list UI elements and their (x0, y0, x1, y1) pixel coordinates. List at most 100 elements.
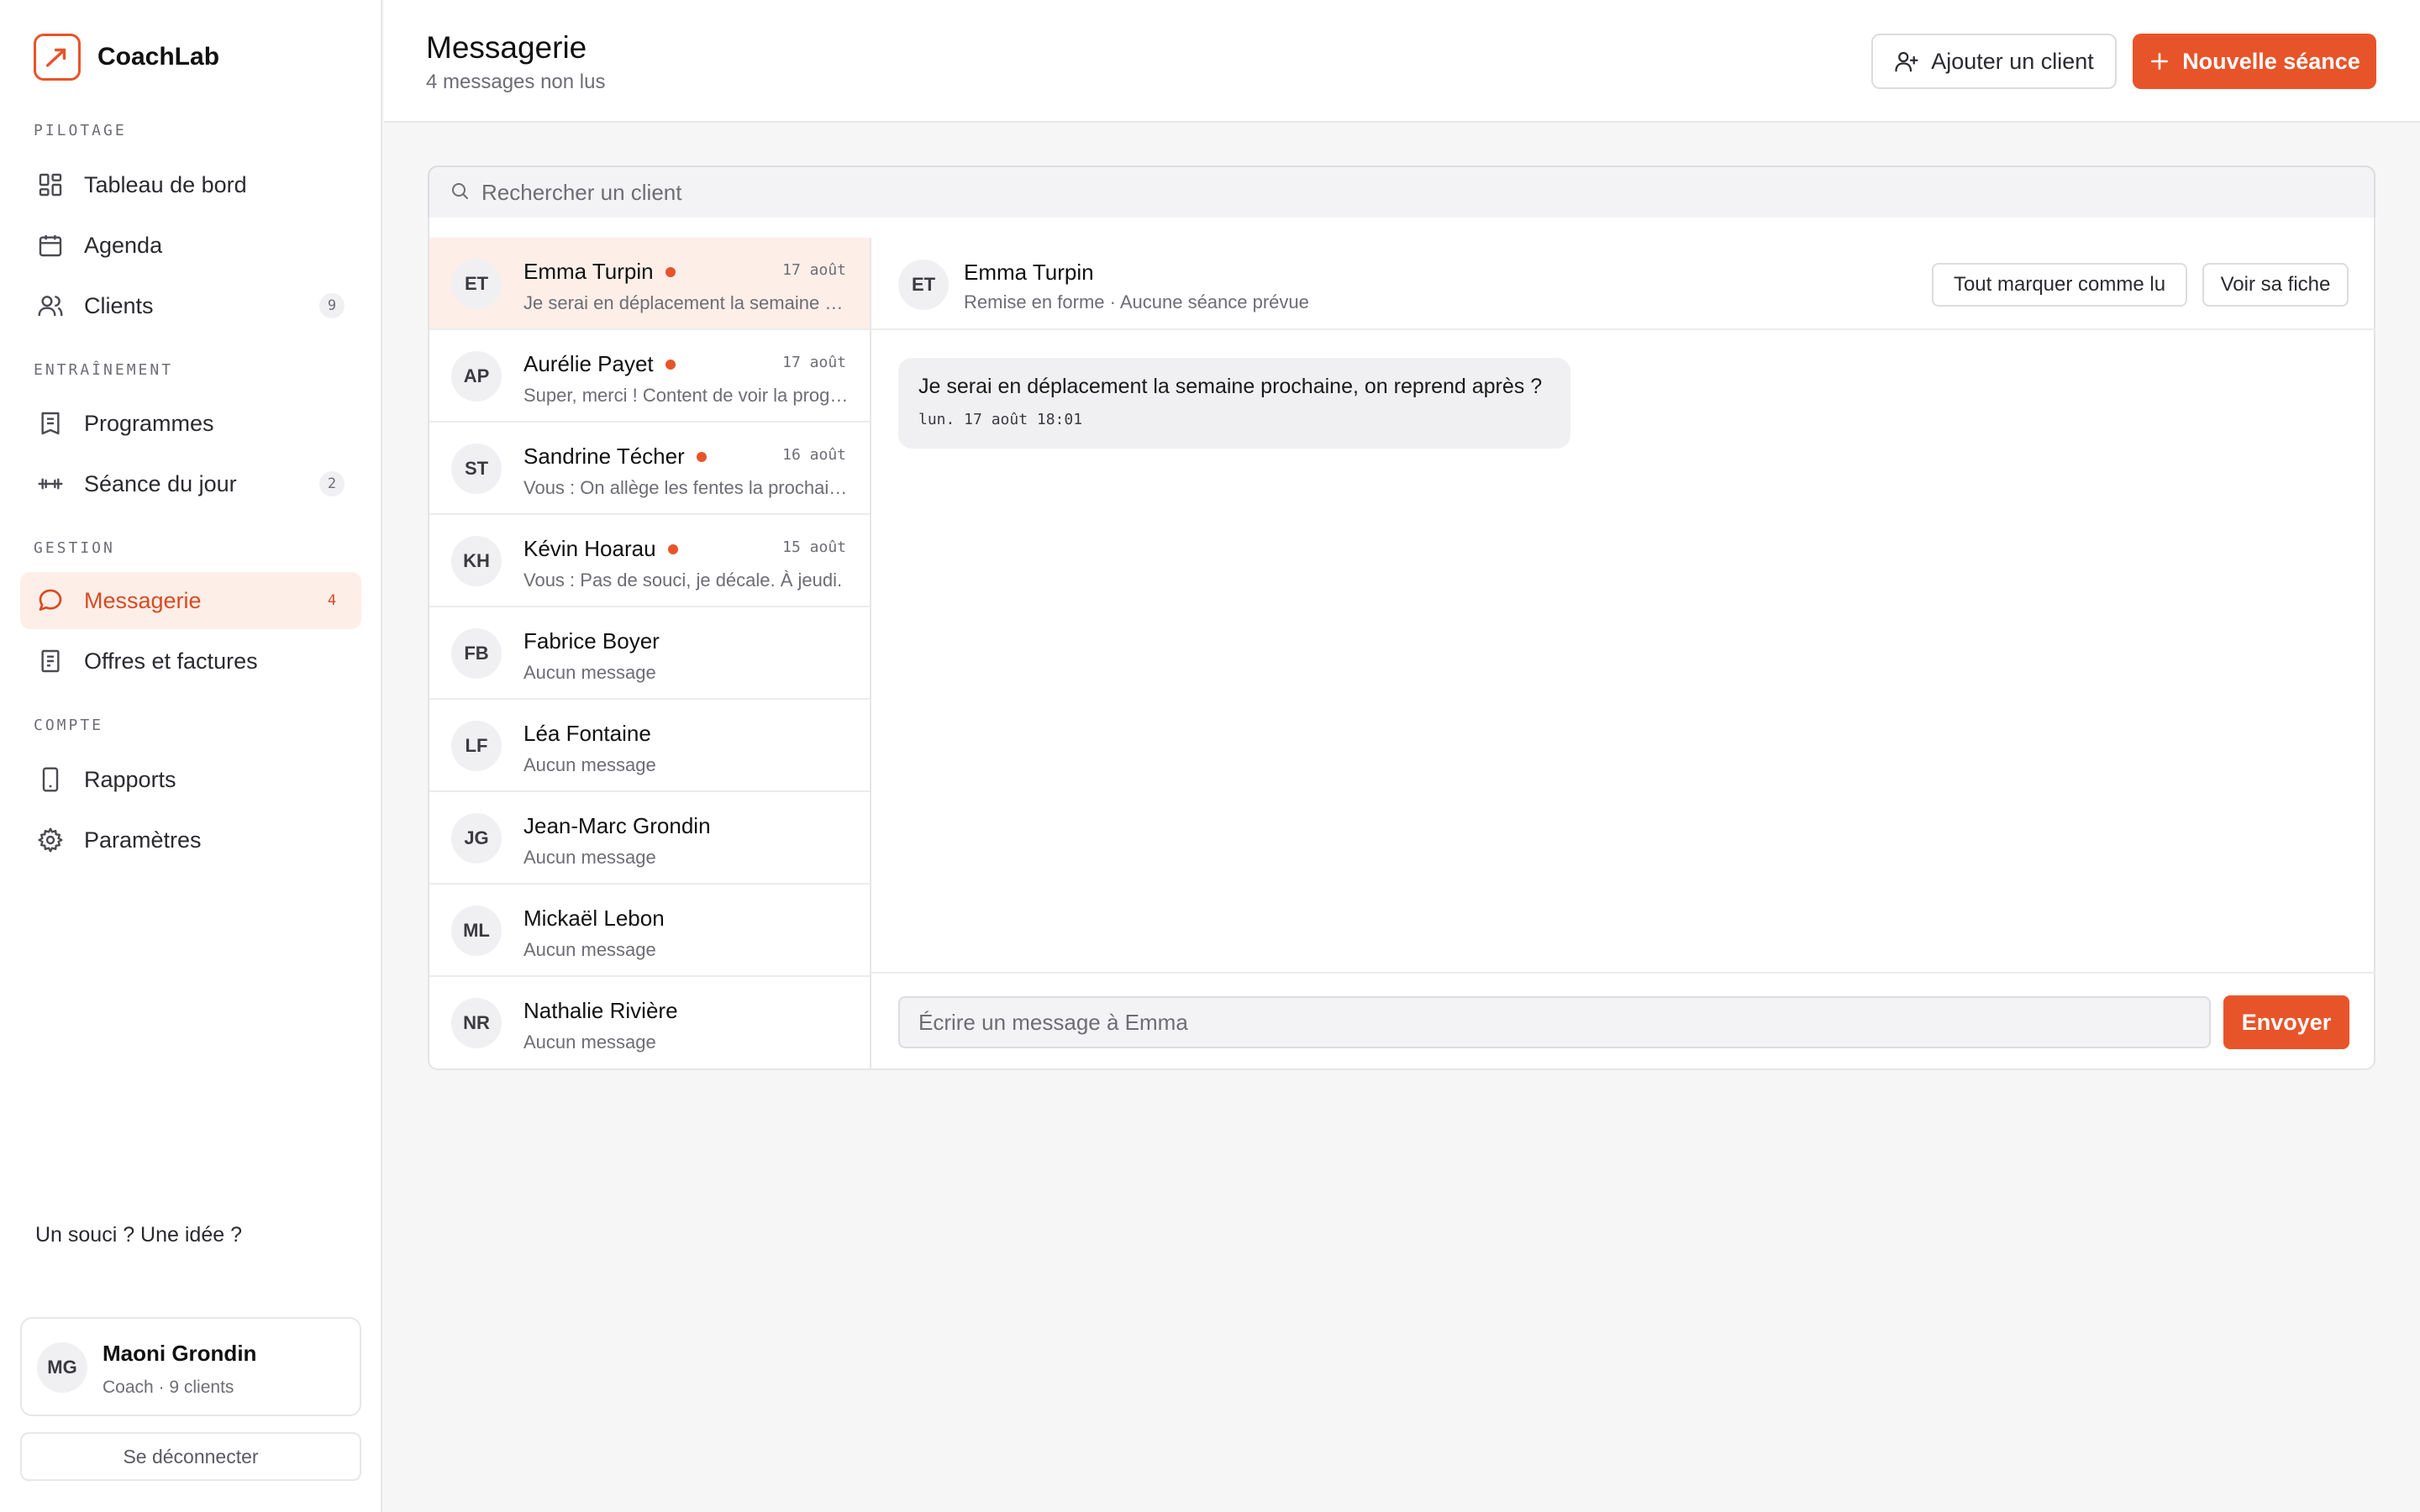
conversation-preview: Super, merci ! Content de voir la progre… (523, 385, 851, 406)
conversation-item[interactable]: ET Emma Turpin 17 août Je serai en dépla… (429, 238, 870, 330)
thread-client-name: Emma Turpin (964, 260, 1094, 285)
conversation-item[interactable]: ST Sandrine Técher 16 août Vous : On all… (429, 423, 870, 515)
avatar: NR (451, 998, 502, 1048)
conversation-item[interactable]: AP Aurélie Payet 17 août Super, merci ! … (429, 330, 870, 423)
sidebar-item-messagerie[interactable]: Messagerie 4 (20, 572, 361, 629)
conversation-date: 17 août (782, 261, 846, 279)
conversation-preview: Aucun message (523, 847, 656, 868)
chat-icon (35, 585, 66, 616)
nav-section-label: COMPTE (34, 717, 104, 734)
sidebar-item-label: Offres et factures (84, 648, 258, 674)
message-timestamp: lun. 17 août 18:01 (918, 411, 1083, 428)
phone-icon (35, 764, 66, 795)
conversation-item[interactable]: ML Mickaël Lebon Aucun message (429, 885, 870, 977)
receipt-icon (35, 646, 66, 676)
conversation-item[interactable]: JG Jean-Marc Grondin Aucun message (429, 792, 870, 885)
dashboard-icon (35, 170, 66, 200)
avatar: LF (451, 721, 502, 771)
conversation-name: Jean-Marc Grondin (523, 813, 711, 838)
user-card[interactable]: MG Maoni Grondin Coach · 9 clients (20, 1317, 361, 1416)
avatar: ST (451, 444, 502, 494)
sidebar-item-parametres[interactable]: Paramètres (20, 811, 361, 869)
client-search[interactable] (428, 165, 2375, 219)
avatar: AP (451, 351, 502, 402)
users-icon (35, 291, 66, 321)
conversation-name: Emma Turpin (523, 259, 676, 285)
sidebar-item-label: Rapports (84, 766, 176, 792)
nav-section-label: PILOTAGE (34, 122, 127, 139)
sidebar-item-offres-factures[interactable]: Offres et factures (20, 633, 361, 690)
nav-section-label: GESTION (34, 539, 115, 557)
conversation-preview: Je serai en déplacement la semaine proch… (523, 292, 851, 313)
message-bubble: Je serai en déplacement la semaine proch… (898, 358, 1570, 449)
sidebar-item-rapports[interactable]: Rapports (20, 751, 361, 808)
conversation-item[interactable]: LF Léa Fontaine Aucun message (429, 700, 870, 792)
message-composer: Envoyer (871, 972, 2375, 1070)
count-badge: 4 (319, 588, 345, 613)
user-role: Coach · 9 clients (103, 1378, 234, 1397)
page-subtitle: 4 messages non lus (426, 71, 606, 93)
unread-dot (665, 359, 676, 370)
user-name: Maoni Grondin (103, 1341, 257, 1366)
add-client-button[interactable]: Ajouter un client (1871, 34, 2117, 89)
conversation-preview: Aucun message (523, 662, 656, 683)
sidebar-item-label: Agenda (84, 232, 163, 258)
sidebar: CoachLab PILOTAGE Tableau de bord Agenda… (0, 0, 382, 1512)
client-name: Kévin Hoarau (523, 536, 656, 561)
gear-icon (35, 825, 66, 855)
conversation-item[interactable]: KH Kévin Hoarau 15 août Vous : Pas de so… (429, 515, 870, 607)
sidebar-item-clients[interactable]: Clients 9 (20, 277, 361, 334)
conversation-list: ET Emma Turpin 17 août Je serai en dépla… (429, 238, 871, 1070)
view-profile-button[interactable]: Voir sa fiche (2202, 263, 2349, 307)
avatar: ET (898, 260, 949, 310)
count-badge: 2 (319, 471, 345, 496)
message-thread: ET Emma Turpin Remise en forme · Aucune … (871, 238, 2375, 1070)
client-name: Aurélie Payet (523, 351, 654, 376)
conversation-date: 17 août (782, 354, 846, 371)
conversation-date: 16 août (782, 446, 846, 464)
avatar: MG (37, 1342, 87, 1393)
conversation-name: Fabrice Boyer (523, 628, 660, 654)
sidebar-item-seance-du-jour[interactable]: Séance du jour 2 (20, 455, 361, 512)
conversation-item[interactable]: FB Fabrice Boyer Aucun message (429, 607, 870, 700)
message-input[interactable] (898, 996, 2211, 1048)
conversation-item[interactable]: NR Nathalie Rivière Aucun message (429, 977, 870, 1069)
conversation-name: Aurélie Payet (523, 351, 676, 377)
avatar: FB (451, 628, 502, 679)
sidebar-item-agenda[interactable]: Agenda (20, 217, 361, 274)
new-session-label: Nouvelle séance (2182, 48, 2360, 74)
thread-header: ET Emma Turpin Remise en forme · Aucune … (871, 238, 2375, 330)
conversation-date: 15 août (782, 538, 846, 556)
avatar: KH (451, 536, 502, 586)
avatar: ML (451, 906, 502, 956)
brand[interactable]: CoachLab (34, 34, 219, 81)
brand-name: CoachLab (97, 43, 220, 71)
sidebar-item-label: Programmes (84, 410, 214, 436)
new-session-button[interactable]: Nouvelle séance (2133, 34, 2376, 89)
messaging-panel: ET Emma Turpin 17 août Je serai en dépla… (428, 218, 2375, 1070)
feedback-link[interactable]: Un souci ? Une idée ? (35, 1223, 242, 1247)
count-badge: 9 (319, 293, 345, 318)
conversation-name: Sandrine Técher (523, 444, 707, 470)
conversation-preview: Vous : Pas de souci, je décale. À jeudi. (523, 570, 843, 591)
send-button[interactable]: Envoyer (2223, 995, 2349, 1049)
conversation-preview: Aucun message (523, 939, 656, 960)
mark-all-read-button[interactable]: Tout marquer comme lu (1932, 263, 2187, 307)
unread-dot (667, 543, 678, 554)
user-plus-icon (1894, 49, 1919, 74)
unread-dot (665, 266, 676, 277)
thread-client-info: Remise en forme · Aucune séance prévue (964, 291, 1309, 312)
page-header: Messagerie 4 messages non lus Ajouter un… (384, 0, 2420, 123)
conversation-preview: Vous : On allège les fentes la prochaine… (523, 477, 851, 498)
page-title: Messagerie (426, 30, 587, 65)
sidebar-item-label: Clients (84, 292, 154, 318)
sidebar-item-dashboard[interactable]: Tableau de bord (20, 156, 361, 213)
logout-button[interactable]: Se déconnecter (20, 1432, 361, 1481)
search-input[interactable] (481, 179, 2162, 206)
nav-section-label: ENTRAÎNEMENT (34, 361, 174, 379)
sidebar-item-programmes[interactable]: Programmes (20, 395, 361, 452)
avatar: ET (451, 259, 502, 309)
dumbbell-icon (35, 469, 66, 499)
trending-up-icon (34, 34, 81, 81)
calendar-icon (35, 230, 66, 260)
